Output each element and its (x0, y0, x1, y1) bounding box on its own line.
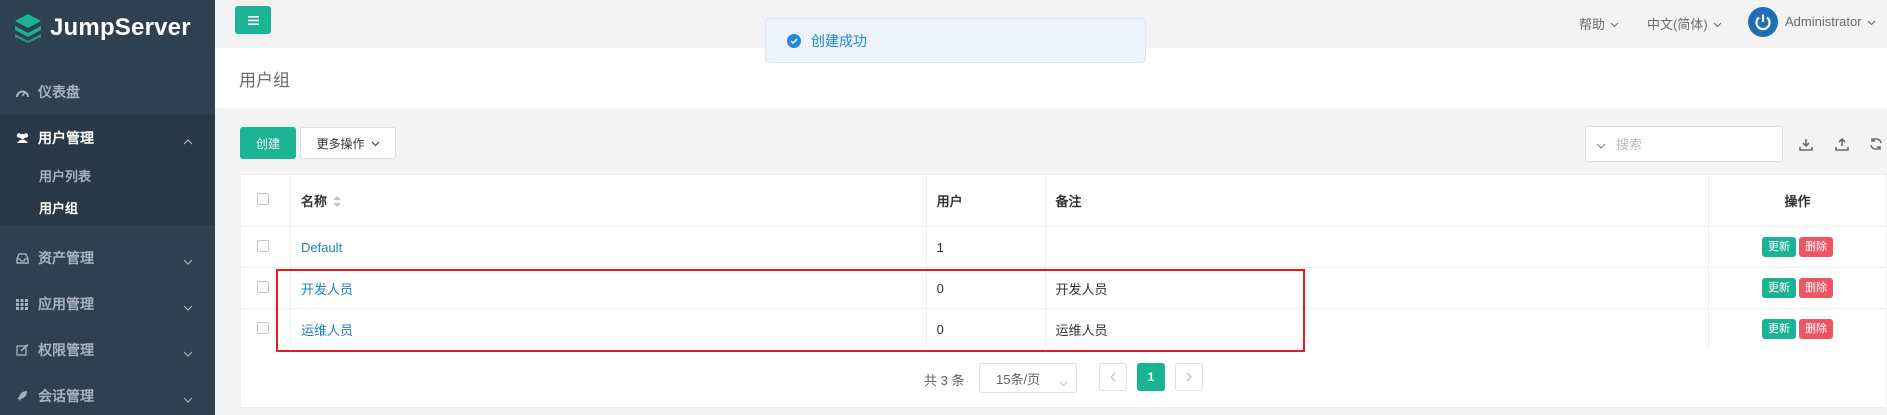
chevron-left-icon (1110, 372, 1116, 382)
row-checkbox[interactable] (257, 280, 269, 293)
sidebar-item-label: 仪表盘 (38, 84, 80, 100)
sidebar-item-app-management[interactable]: 应用管理 (0, 284, 215, 324)
chevron-down-icon (183, 298, 193, 314)
column-header-actions: 操作 (1708, 174, 1887, 227)
next-page-button[interactable] (1175, 363, 1203, 391)
app-name: JumpServer (50, 14, 191, 41)
delete-button[interactable]: 删除 (1799, 237, 1834, 257)
language-menu[interactable]: 中文(简体) (1647, 14, 1722, 33)
avatar[interactable] (1748, 7, 1778, 37)
sidebar: JumpServer 仪表盘 用户管理 用户列表 用户组 资产管理 应用管理 权… (0, 0, 215, 415)
dashboard-icon (14, 87, 30, 98)
prev-page-button[interactable] (1099, 363, 1127, 391)
power-icon (1755, 14, 1771, 31)
update-button[interactable]: 更新 (1762, 319, 1797, 339)
create-button[interactable]: 创建 (240, 127, 296, 159)
hamburger-icon (247, 15, 259, 25)
update-button[interactable]: 更新 (1762, 237, 1797, 257)
rocket-icon (14, 390, 30, 402)
search-box[interactable] (1585, 126, 1783, 162)
select-all-checkbox[interactable] (257, 193, 269, 205)
sort-icon[interactable] (333, 195, 341, 210)
success-toast: 创建成功 (765, 18, 1146, 63)
column-header-name[interactable]: 名称 (289, 174, 927, 227)
users-cell: 1 (925, 226, 1046, 268)
chevron-down-icon (1610, 16, 1619, 31)
sidebar-subitem-user-list[interactable]: 用户列表 (39, 166, 91, 185)
refresh-icon[interactable] (1867, 135, 1885, 153)
inbox-icon (14, 252, 30, 264)
column-header-comment: 备注 (1044, 174, 1710, 227)
chevron-down-icon (371, 136, 380, 150)
highlight-box (276, 269, 1305, 352)
update-button[interactable]: 更新 (1762, 278, 1797, 298)
help-label: 帮助 (1579, 17, 1606, 32)
column-header-label: 名称 (300, 193, 327, 209)
page-number-current[interactable]: 1 (1137, 363, 1165, 391)
jumpserver-logo-icon (15, 14, 41, 43)
actions-cell: 更新 删除 (1708, 267, 1887, 309)
chevron-right-icon (1186, 372, 1192, 382)
comment-cell (1044, 226, 1710, 268)
select-all-cell (240, 174, 291, 227)
toast-message: 创建成功 (811, 32, 867, 49)
language-label: 中文(简体) (1647, 17, 1708, 32)
username: Administrator (1785, 14, 1862, 29)
pagination: 共 3 条 15条/页 1 (240, 348, 1887, 408)
page-size-select[interactable]: 15条/页 (979, 363, 1077, 393)
chevron-down-icon (183, 344, 193, 360)
sidebar-item-label: 用户管理 (38, 130, 94, 146)
chevron-down-icon (1713, 16, 1722, 31)
sidebar-item-label: 权限管理 (38, 342, 94, 358)
more-actions-label: 更多操作 (316, 136, 365, 151)
chevron-down-icon (183, 252, 193, 268)
row-select-cell (240, 226, 291, 268)
content-panel: 创建 更多操作 名称 用户 备注 操作 (240, 108, 1887, 408)
grid-icon (14, 298, 30, 310)
group-name-link[interactable]: Default (301, 240, 342, 255)
actions-cell: 更新 删除 (1708, 226, 1887, 268)
page-title: 用户组 (239, 71, 290, 90)
logo[interactable]: JumpServer (14, 10, 191, 46)
sidebar-item-dashboard[interactable]: 仪表盘 (0, 72, 215, 112)
table-row: Default 1 更新 删除 (240, 226, 1887, 268)
download-icon[interactable] (1797, 135, 1815, 153)
page-size-value: 15条/页 (996, 371, 1041, 387)
delete-button[interactable]: 删除 (1799, 278, 1834, 298)
users-icon (14, 132, 30, 144)
sidebar-item-label: 会话管理 (38, 388, 94, 404)
edit-icon (14, 344, 30, 356)
sidebar-item-permission-management[interactable]: 权限管理 (0, 330, 215, 370)
search-input[interactable] (1616, 136, 1766, 152)
sidebar-item-session-management[interactable]: 会话管理 (0, 376, 215, 415)
sidebar-item-label: 资产管理 (38, 250, 94, 266)
delete-button[interactable]: 删除 (1799, 319, 1834, 339)
total-count: 共 3 条 (924, 373, 965, 388)
sidebar-item-label: 应用管理 (38, 296, 94, 312)
chevron-up-icon (183, 132, 193, 148)
user-menu[interactable]: Administrator (1785, 14, 1876, 29)
sidebar-item-user-management[interactable]: 用户管理 (0, 118, 215, 158)
help-menu[interactable]: 帮助 (1579, 14, 1619, 33)
row-checkbox[interactable] (257, 239, 269, 252)
table-header-row: 名称 用户 备注 操作 (240, 174, 1887, 227)
column-header-users: 用户 (925, 174, 1046, 227)
sidebar-item-asset-management[interactable]: 资产管理 (0, 238, 215, 278)
actions-cell: 更新 删除 (1708, 308, 1887, 350)
chevron-down-icon[interactable] (1596, 137, 1606, 152)
chevron-down-icon (1059, 375, 1068, 390)
chevron-down-icon (183, 390, 193, 406)
row-checkbox[interactable] (257, 321, 269, 334)
sidebar-subitem-user-group[interactable]: 用户组 (39, 198, 78, 217)
menu-toggle-button[interactable] (235, 6, 271, 34)
check-circle-icon (787, 33, 801, 48)
more-actions-dropdown[interactable]: 更多操作 (300, 127, 396, 159)
upload-icon[interactable] (1833, 135, 1851, 153)
name-cell: Default (289, 226, 927, 268)
chevron-down-icon (1867, 14, 1876, 29)
